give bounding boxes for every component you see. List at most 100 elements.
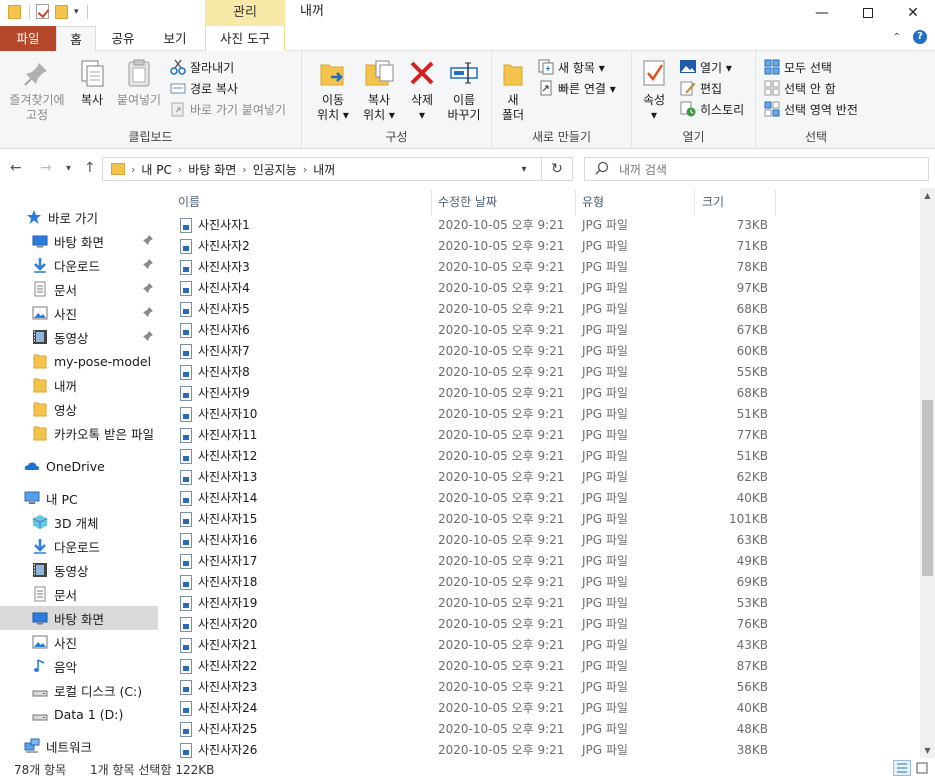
column-divider[interactable]: [775, 190, 776, 216]
up-arrow-icon[interactable]: ↑: [84, 160, 96, 176]
table-row[interactable]: 사진사자8 2020-10-05 오후 9:21 JPG 파일 55KB: [168, 362, 920, 383]
customize-toolbar-icon[interactable]: ▾: [74, 7, 79, 17]
breadcrumb-this-pc[interactable]: 내 PC: [141, 161, 171, 178]
tab-share[interactable]: 공유: [100, 26, 146, 51]
paste-button[interactable]: 붙여넣기: [112, 57, 166, 108]
table-row[interactable]: 사진사자2 2020-10-05 오후 9:21 JPG 파일 71KB: [168, 236, 920, 257]
table-row[interactable]: 사진사자9 2020-10-05 오후 9:21 JPG 파일 68KB: [168, 383, 920, 404]
table-row[interactable]: 사진사자11 2020-10-05 오후 9:21 JPG 파일 77KB: [168, 425, 920, 446]
edit-button[interactable]: 편집: [680, 78, 722, 98]
table-row[interactable]: 사진사자15 2020-10-05 오후 9:21 JPG 파일 101KB: [168, 509, 920, 530]
address-bar[interactable]: › 내 PC › 바탕 화면 › 인공지능 › 내꺼: [102, 157, 542, 181]
table-row[interactable]: 사진사자20 2020-10-05 오후 9:21 JPG 파일 76KB: [168, 614, 920, 635]
forward-arrow-icon[interactable]: →: [40, 160, 52, 176]
easy-access-button[interactable]: 빠른 연결 ▾: [538, 78, 616, 98]
invert-selection-button[interactable]: 선택 영역 반전: [764, 99, 858, 119]
column-divider[interactable]: [694, 190, 695, 216]
address-history-dropdown[interactable]: ▾: [510, 157, 538, 181]
rename-button[interactable]: 이름 바꾸기: [440, 57, 488, 123]
nav-this-pc[interactable]: 내 PC: [0, 486, 158, 510]
pc-item-7[interactable]: 로컬 디스크 (C:): [0, 678, 158, 702]
table-row[interactable]: 사진사자3 2020-10-05 오후 9:21 JPG 파일 78KB: [168, 257, 920, 278]
column-divider[interactable]: [431, 190, 432, 216]
table-row[interactable]: 사진사자26 2020-10-05 오후 9:21 JPG 파일 38KB: [168, 740, 920, 758]
history-button[interactable]: 히스토리: [680, 99, 744, 119]
properties-icon[interactable]: [36, 4, 49, 19]
table-row[interactable]: 사진사자6 2020-10-05 오후 9:21 JPG 파일 67KB: [168, 320, 920, 341]
maximize-button[interactable]: [845, 0, 891, 26]
pc-item-4[interactable]: 바탕 화면: [0, 606, 158, 630]
refresh-icon[interactable]: ↻: [541, 157, 573, 181]
nav-item-4[interactable]: 동영상: [0, 325, 158, 349]
collapse-ribbon-icon[interactable]: ⌃: [893, 32, 901, 43]
new-folder-icon[interactable]: [55, 4, 68, 19]
breadcrumb-ai[interactable]: 인공지능: [253, 161, 297, 178]
minimize-button[interactable]: —: [799, 0, 845, 26]
large-icons-view-icon[interactable]: [913, 760, 931, 776]
nav-item-2[interactable]: 문서: [0, 277, 158, 301]
close-button[interactable]: ✕: [891, 0, 935, 26]
help-icon[interactable]: ?: [913, 30, 927, 44]
back-arrow-icon[interactable]: ←: [10, 160, 22, 176]
chevron-right-icon[interactable]: ›: [303, 163, 307, 176]
tab-file[interactable]: 파일: [0, 26, 56, 51]
table-row[interactable]: 사진사자21 2020-10-05 오후 9:21 JPG 파일 43KB: [168, 635, 920, 656]
pc-item-8[interactable]: Data 1 (D:): [0, 702, 158, 726]
table-row[interactable]: 사진사자5 2020-10-05 오후 9:21 JPG 파일 68KB: [168, 299, 920, 320]
chevron-right-icon[interactable]: ›: [242, 163, 246, 176]
nav-onedrive[interactable]: OneDrive: [0, 454, 158, 478]
nav-network[interactable]: 네트워크: [0, 734, 158, 758]
copy-path-button[interactable]: 경로 복사: [170, 78, 238, 98]
table-row[interactable]: 사진사자12 2020-10-05 오후 9:21 JPG 파일 51KB: [168, 446, 920, 467]
table-row[interactable]: 사진사자7 2020-10-05 오후 9:21 JPG 파일 60KB: [168, 341, 920, 362]
tab-home[interactable]: 홈: [56, 26, 96, 52]
breadcrumb-current[interactable]: 내꺼: [313, 161, 335, 178]
copy-to-button[interactable]: 복사 위치 ▾: [354, 57, 404, 123]
chevron-right-icon[interactable]: ›: [178, 163, 182, 176]
pin-to-quick-access-button[interactable]: 즐겨찾기에 고정: [4, 57, 70, 123]
breadcrumb-desktop[interactable]: 바탕 화면: [188, 161, 236, 178]
chevron-right-icon[interactable]: ›: [131, 163, 135, 176]
select-all-button[interactable]: 모두 선택: [764, 57, 832, 77]
table-row[interactable]: 사진사자24 2020-10-05 오후 9:21 JPG 파일 40KB: [168, 698, 920, 719]
move-to-button[interactable]: 이동 위치 ▾: [310, 57, 356, 123]
table-row[interactable]: 사진사자4 2020-10-05 오후 9:21 JPG 파일 97KB: [168, 278, 920, 299]
column-header-type[interactable]: 유형: [582, 188, 604, 216]
scroll-up-icon[interactable]: ▲: [920, 188, 935, 203]
vertical-scrollbar[interactable]: ▲ ▼: [920, 188, 935, 758]
recent-locations-icon[interactable]: ▾: [66, 163, 71, 174]
pc-item-6[interactable]: 음악: [0, 654, 158, 678]
nav-item-1[interactable]: 다운로드: [0, 253, 158, 277]
nav-item-6[interactable]: 내꺼: [0, 373, 158, 397]
table-row[interactable]: 사진사자23 2020-10-05 오후 9:21 JPG 파일 56KB: [168, 677, 920, 698]
column-header-size[interactable]: 크기: [702, 188, 724, 216]
search-input[interactable]: 내꺼 검색: [584, 157, 929, 181]
table-row[interactable]: 사진사자22 2020-10-05 오후 9:21 JPG 파일 87KB: [168, 656, 920, 677]
nav-item-8[interactable]: 카카오톡 받은 파일: [0, 421, 158, 445]
table-row[interactable]: 사진사자13 2020-10-05 오후 9:21 JPG 파일 62KB: [168, 467, 920, 488]
details-view-icon[interactable]: [893, 760, 911, 776]
nav-item-5[interactable]: my-pose-model: [0, 349, 158, 373]
new-item-button[interactable]: 새 항목 ▾: [538, 57, 605, 77]
nav-item-3[interactable]: 사진: [0, 301, 158, 325]
table-row[interactable]: 사진사자25 2020-10-05 오후 9:21 JPG 파일 48KB: [168, 719, 920, 740]
pc-item-5[interactable]: 사진: [0, 630, 158, 654]
nav-quick-access[interactable]: 바로 가기: [0, 205, 158, 229]
column-header-name[interactable]: 이름: [178, 188, 200, 216]
copy-button[interactable]: 복사: [74, 57, 110, 108]
table-row[interactable]: 사진사자14 2020-10-05 오후 9:21 JPG 파일 40KB: [168, 488, 920, 509]
table-row[interactable]: 사진사자10 2020-10-05 오후 9:21 JPG 파일 51KB: [168, 404, 920, 425]
folder-icon[interactable]: [8, 4, 21, 19]
table-row[interactable]: 사진사자1 2020-10-05 오후 9:21 JPG 파일 73KB: [168, 215, 920, 236]
table-row[interactable]: 사진사자18 2020-10-05 오후 9:21 JPG 파일 69KB: [168, 572, 920, 593]
new-folder-button[interactable]: 새 폴더: [498, 57, 528, 123]
nav-item-0[interactable]: 바탕 화면: [0, 229, 158, 253]
pc-item-2[interactable]: 동영상: [0, 558, 158, 582]
table-row[interactable]: 사진사자16 2020-10-05 오후 9:21 JPG 파일 63KB: [168, 530, 920, 551]
delete-button[interactable]: 삭제 ▾: [404, 57, 440, 123]
table-row[interactable]: 사진사자17 2020-10-05 오후 9:21 JPG 파일 49KB: [168, 551, 920, 572]
column-divider[interactable]: [575, 190, 576, 216]
pc-item-3[interactable]: 문서: [0, 582, 158, 606]
scroll-down-icon[interactable]: ▼: [920, 743, 935, 758]
pc-item-0[interactable]: 3D 개체: [0, 510, 158, 534]
